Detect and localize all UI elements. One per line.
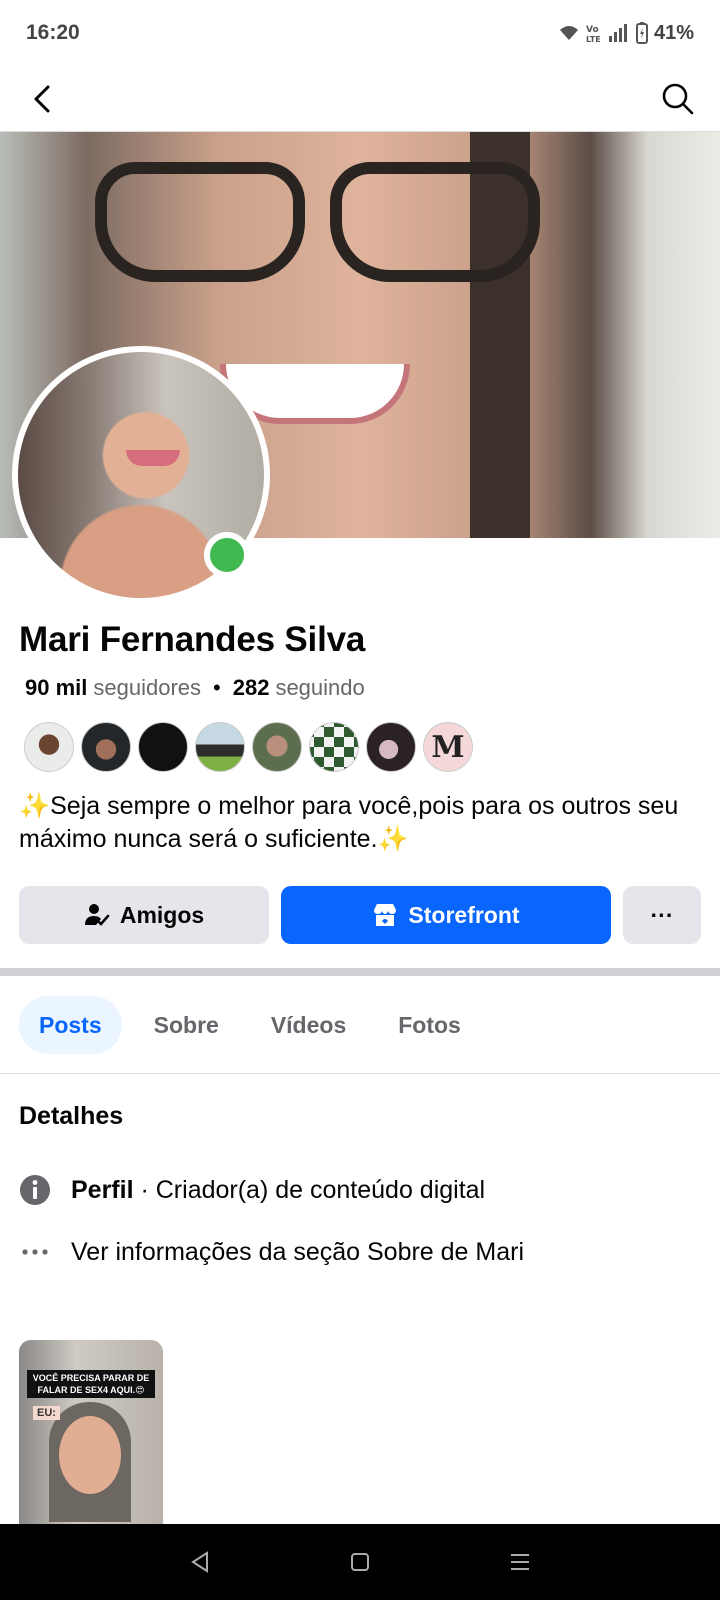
details-title: Detalhes — [19, 1102, 124, 1130]
follower-avatar[interactable]: M — [423, 722, 473, 772]
detail-profile-text-wrap: Perfil · Criador(a) de conteúdo digital — [71, 1176, 485, 1205]
status-time: 16:20 — [26, 21, 80, 44]
wifi-icon — [559, 26, 578, 40]
nav-home-button[interactable] — [340, 1542, 380, 1582]
app-bar — [0, 66, 720, 132]
svg-text:Vo: Vo — [586, 25, 599, 35]
detail-profile-value: · Criador(a) de conteúdo digital — [140, 1175, 486, 1204]
more-dots-icon — [22, 1249, 48, 1255]
friends-button-label: Amigos — [119, 901, 205, 928]
friends-button[interactable]: Amigos — [19, 886, 269, 944]
search-button[interactable] — [656, 77, 700, 121]
following-label[interactable]: seguindo — [275, 675, 364, 701]
followers-count[interactable]: 90 mil — [25, 675, 87, 701]
battery-percent: 41% — [653, 21, 694, 44]
nav-back-icon — [191, 1551, 208, 1573]
nav-home-icon — [351, 1553, 369, 1571]
back-arrow-icon — [34, 85, 50, 112]
follower-avatar[interactable] — [138, 722, 188, 772]
post-caption: VOCÊ PRECISA PARAR DE FALAR DE SEX4 AQUI… — [27, 1370, 155, 1398]
follower-avatar-letter: M — [431, 729, 465, 765]
nav-menu-icon — [511, 1554, 529, 1570]
nav-back-button[interactable] — [180, 1542, 220, 1582]
follower-avatar[interactable] — [24, 722, 74, 772]
tab-videos[interactable]: Vídeos — [251, 996, 366, 1054]
tab-photos[interactable]: Fotos — [378, 996, 481, 1054]
svg-text:LTE: LTE — [586, 35, 601, 43]
info-icon — [20, 1175, 50, 1205]
detail-about-link[interactable]: Ver informações da seção Sobre de Mari — [19, 1236, 524, 1268]
volte-icon: VoLTE — [586, 25, 601, 43]
follower-avatar[interactable] — [81, 722, 131, 772]
storefront-button[interactable]: Storefront — [281, 886, 611, 944]
detail-about-link-text: Ver informações da seção Sobre de Mari — [71, 1237, 525, 1266]
profile-bio: ✨Seja sempre o melhor para você,pois par… — [19, 792, 679, 853]
online-status-dot — [204, 532, 250, 578]
tabs-divider — [0, 1073, 720, 1074]
follow-stats: 90 mil seguidores • 282 seguindo — [25, 675, 365, 701]
follower-avatar[interactable] — [366, 722, 416, 772]
nav-recents-button[interactable] — [500, 1542, 540, 1582]
tab-posts[interactable]: Posts — [19, 996, 122, 1054]
friends-check-icon — [84, 904, 110, 926]
stats-separator: • — [213, 675, 221, 700]
post-face-shape — [59, 1416, 121, 1494]
battery-icon — [635, 22, 648, 44]
storefront-button-label: Storefront — [408, 901, 520, 928]
followers-label[interactable]: seguidores — [93, 675, 201, 701]
signal-icon — [608, 24, 627, 42]
cover-glasses-right — [330, 162, 540, 282]
profile-tabs: Posts Sobre Vídeos Fotos — [19, 996, 481, 1054]
tab-about[interactable]: Sobre — [134, 996, 239, 1054]
more-options-icon: ··· — [650, 901, 674, 928]
search-icon — [662, 83, 694, 114]
followers-avatars[interactable]: M — [24, 722, 473, 772]
post-tag: EU: — [33, 1406, 60, 1420]
post-thumbnail[interactable]: VOCÊ PRECISA PARAR DE FALAR DE SEX4 AQUI… — [19, 1340, 163, 1525]
cover-glasses-left — [95, 162, 305, 282]
follower-avatar[interactable] — [195, 722, 245, 772]
storefront-icon — [374, 904, 397, 926]
profile-name: Mari Fernandes Silva — [19, 620, 366, 659]
system-nav-bar — [0, 1524, 720, 1600]
more-options-button[interactable]: ··· — [623, 886, 701, 944]
status-icons: Vo LTE 41% — [558, 22, 694, 45]
follower-avatar[interactable] — [309, 722, 359, 772]
back-button[interactable] — [20, 77, 64, 121]
follower-avatar[interactable] — [252, 722, 302, 772]
status-bar: 16:20 Vo LTE 41% — [0, 0, 720, 66]
profile-actions: Amigos Storefront ··· — [19, 886, 701, 944]
detail-profile-label: Perfil — [71, 1175, 134, 1204]
following-count[interactable]: 282 — [233, 675, 270, 701]
avatar-lips — [126, 450, 180, 466]
detail-profile-type: Perfil · Criador(a) de conteúdo digital — [19, 1174, 485, 1206]
section-divider — [0, 968, 720, 976]
